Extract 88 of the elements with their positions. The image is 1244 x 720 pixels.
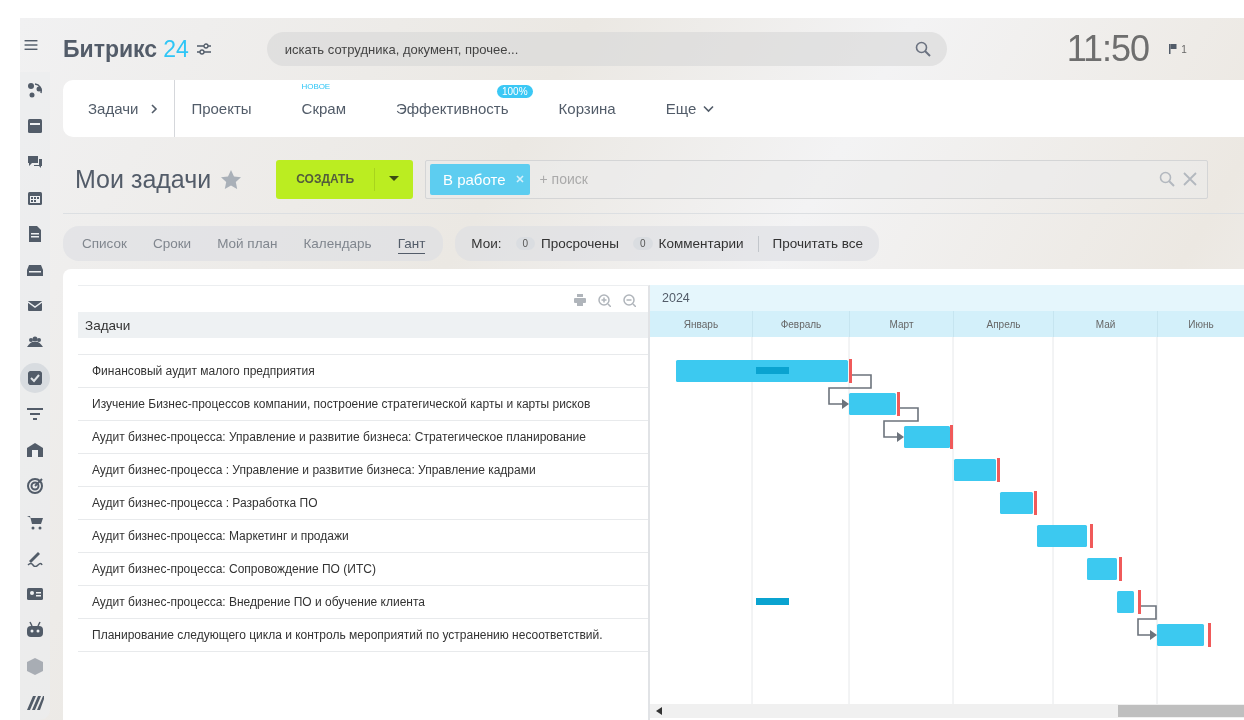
caret-icon <box>389 176 399 182</box>
caret-icon <box>703 104 715 113</box>
task-bar[interactable] <box>954 459 996 481</box>
nav-tab[interactable]: Проекты <box>191 100 252 117</box>
new-label: НОВОЕ <box>301 82 331 91</box>
view-tab[interactable]: Гант <box>397 233 426 254</box>
counter-badge: 0 <box>515 237 536 250</box>
task-bar[interactable] <box>1000 492 1033 514</box>
read-all-link[interactable]: Прочитать все <box>772 236 864 251</box>
page-title: Мои задачи <box>75 164 212 194</box>
task-bar[interactable] <box>676 360 848 382</box>
search-icon <box>914 41 931 57</box>
search-input[interactable]: + поиск <box>537 170 1151 188</box>
search-field[interactable]: искать сотрудника, документ, прочее... <box>266 32 947 66</box>
target-icon <box>26 477 44 495</box>
contact-card-icon <box>26 585 44 603</box>
counter-label: Комментарии <box>658 236 744 251</box>
pie-chart-icon <box>26 81 44 99</box>
deadline-marker[interactable] <box>1034 491 1037 515</box>
close-icon <box>515 175 524 183</box>
counter-filter[interactable]: 0 Комментарии <box>633 236 744 251</box>
month-header: Апрель <box>953 311 1053 337</box>
menu-icon <box>22 40 40 50</box>
zoom-out-icon <box>623 293 636 307</box>
robot-icon <box>26 621 44 639</box>
counter-filter[interactable]: 0 Просрочены <box>515 236 619 251</box>
deadline-marker[interactable] <box>1090 524 1093 548</box>
task-name[interactable]: Планирование следующего цикла и контроль мероприятий по устранению несоответствий. <box>78 619 648 652</box>
year-header: 2024 <box>650 285 1244 311</box>
signature-icon <box>26 549 44 567</box>
scrollbar-thumb[interactable] <box>1118 705 1244 717</box>
star-icon <box>221 169 242 189</box>
cube-icon <box>26 657 44 675</box>
document-icon <box>26 225 44 243</box>
calendar-icon <box>26 189 44 207</box>
task-bar[interactable] <box>1037 525 1087 547</box>
deadline-marker[interactable] <box>1119 557 1122 581</box>
deadline-marker[interactable] <box>950 425 953 449</box>
deadline-marker[interactable] <box>897 392 900 416</box>
stripes-icon <box>26 693 44 711</box>
month-header: Февраль <box>752 311 849 337</box>
clock: 11:50 <box>1066 28 1150 70</box>
task-name[interactable]: Аудит бизнес-процесса: Маркетинг и продажи <box>78 520 648 553</box>
task-bar[interactable] <box>849 393 896 415</box>
window-icon <box>26 117 44 135</box>
task-bar[interactable] <box>1157 624 1204 646</box>
dependency-arrow <box>828 374 872 409</box>
task-name[interactable]: Аудит бизнес-процесса: Управление и развитие бизнеса: Стратегическое планирование <box>78 421 648 454</box>
settings-icon <box>196 43 211 55</box>
task-name[interactable]: Аудит бизнес-процесса : Управление и развитие бизнеса: Управление кадрами <box>78 454 648 487</box>
nav-tab[interactable]: Корзина <box>558 100 616 117</box>
deadline-marker[interactable] <box>997 458 1000 482</box>
task-bar[interactable] <box>1117 591 1134 613</box>
percent-badge: 100% <box>497 85 533 98</box>
flag-icon <box>1169 43 1178 54</box>
logo[interactable]: Битрикс 24 <box>63 35 189 63</box>
task-bar[interactable] <box>904 426 950 448</box>
month-header: Июнь <box>1157 311 1244 337</box>
print-icon <box>574 294 586 306</box>
dependency-arrow <box>883 407 919 442</box>
deadline-marker[interactable] <box>1138 590 1141 614</box>
cart-icon <box>26 513 44 531</box>
task-name[interactable]: Аудит бизнес-процесса : Разработка ПО <box>78 487 648 520</box>
month-header: Март <box>849 311 953 337</box>
nav-tab[interactable]: Еще <box>665 100 715 117</box>
counters-label: Мои: <box>471 236 502 251</box>
task-name[interactable]: Изучение Бизнес-процессов компании, построение стратегической карты и карты рисков <box>78 388 648 421</box>
deadline-marker[interactable] <box>1208 623 1211 647</box>
counter-label: Просрочены <box>541 236 619 251</box>
task-bar[interactable] <box>1087 558 1117 580</box>
counter-badge: 0 <box>633 237 653 250</box>
column-header: Задачи <box>78 312 648 338</box>
notification-counter[interactable]: 1 <box>1169 43 1187 55</box>
month-header: Январь <box>682 317 720 332</box>
close-icon <box>1183 172 1197 186</box>
horizontal-scrollbar[interactable] <box>650 704 1244 718</box>
deadline-marker[interactable] <box>849 359 852 383</box>
scroll-left-icon <box>656 707 662 715</box>
month-header: Май <box>1053 311 1157 337</box>
filter-icon <box>26 405 44 423</box>
building-icon <box>26 441 44 459</box>
dependency-arrow <box>1137 605 1157 640</box>
chevron-icon <box>150 102 159 115</box>
zoom-in-icon <box>598 293 611 307</box>
task-name[interactable]: Аудит бизнес-процесса: Сопровождение ПО (ИТС) <box>78 553 648 586</box>
task-name[interactable]: Аудит бизнес-процесса: Внедрение ПО и обучение клиента <box>78 586 648 619</box>
search-icon <box>1159 171 1175 187</box>
task-name[interactable]: Финансовый аудит малого предприятия <box>78 355 648 388</box>
